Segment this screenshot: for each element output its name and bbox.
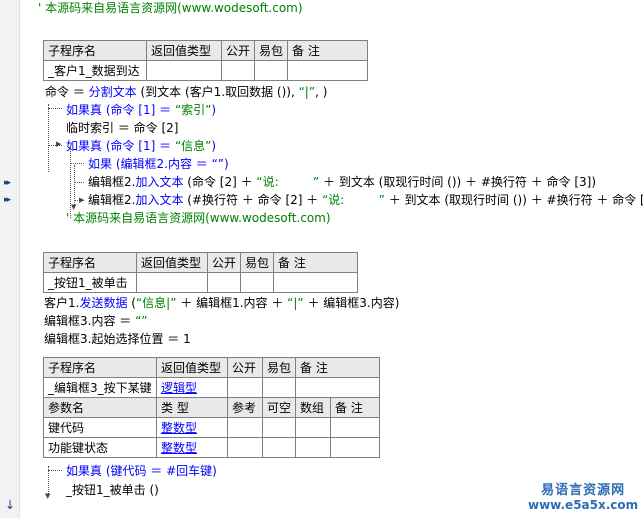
table-row: _按钮1_被单击 bbox=[43, 272, 358, 293]
table-header-cell: 公开 bbox=[206, 252, 242, 273]
param-header-row: 参数名 类 型 参考 可空 数组 备 注 bbox=[43, 397, 380, 418]
param-type-cell[interactable]: 整数型 bbox=[156, 437, 228, 458]
flow-line bbox=[48, 470, 62, 471]
table-header-row: 子程序名 返回值类型 公开 易包 备 注 bbox=[43, 252, 358, 273]
table-cell[interactable] bbox=[254, 60, 289, 81]
table-row: _客户1_数据到达 bbox=[43, 60, 368, 81]
source-comment: ' 本源码来自易语言资源网(www.wodesoft.com) bbox=[66, 211, 331, 225]
table-header-cell: 参考 bbox=[227, 397, 263, 418]
subroutine-name-cell[interactable]: _按钮1_被单击 bbox=[43, 272, 137, 293]
table-cell[interactable] bbox=[146, 60, 222, 81]
code-line[interactable]: 如果真 (命令 [1] ＝ “信息”) bbox=[66, 138, 216, 154]
code-editor[interactable]: ' 本源码来自易语言资源网(www.wodesoft.com) 子程序名 返回值… bbox=[20, 0, 643, 518]
code-line[interactable]: 如果真 (键代码 ＝ #回车键) bbox=[66, 463, 217, 479]
subroutine-name-cell[interactable]: _客户1_数据到达 bbox=[43, 60, 147, 81]
subroutine-table: 子程序名 返回值类型 公开 易包 备 注 _按钮1_被单击 bbox=[43, 252, 358, 293]
table-header-cell: 备 注 bbox=[273, 252, 358, 273]
flow-arrow-icon: ▼ bbox=[71, 203, 77, 211]
param-name-cell[interactable]: 功能键状态 bbox=[43, 437, 157, 458]
table-header-cell: 备 注 bbox=[295, 357, 380, 378]
table-cell[interactable] bbox=[261, 377, 297, 398]
table-header-row: 子程序名 返回值类型 公开 易包 备 注 bbox=[43, 357, 380, 378]
table-cell[interactable] bbox=[330, 437, 380, 458]
code-line[interactable]: 命令 ＝ 分割文本 (到文本 (客户1.取回数据 ()), “|”, ) bbox=[45, 84, 327, 100]
table-cell[interactable] bbox=[330, 417, 380, 438]
table-cell[interactable] bbox=[227, 437, 263, 458]
table-header-cell: 备 注 bbox=[287, 40, 368, 61]
table-header-cell: 子程序名 bbox=[43, 40, 147, 61]
flow-arrow-icon: ▶ bbox=[56, 140, 62, 148]
return-type-cell[interactable]: 逻辑型 bbox=[156, 377, 228, 398]
param-row: 键代码 整数型 bbox=[43, 417, 380, 438]
flow-line bbox=[48, 104, 49, 172]
table-header-cell: 参数名 bbox=[43, 397, 157, 418]
table-cell[interactable] bbox=[220, 60, 256, 81]
breakpoint-marker[interactable]: ▸▸ bbox=[4, 178, 11, 188]
watermark-url: www.e5a5x.com bbox=[528, 498, 639, 512]
watermark-title: 易语言资源网 bbox=[541, 483, 626, 498]
table-cell[interactable] bbox=[206, 272, 242, 293]
code-line[interactable]: 编辑框2.加入文本 (命令 [2] ＋ “说: ” ＋ 到文本 (取现行时间 (… bbox=[88, 174, 596, 190]
table-cell[interactable] bbox=[240, 272, 275, 293]
table-header-cell: 易包 bbox=[240, 252, 275, 273]
table-header-cell: 类 型 bbox=[156, 397, 228, 418]
table-header-cell: 返回值类型 bbox=[146, 40, 222, 61]
table-header-cell: 子程序名 bbox=[43, 357, 157, 378]
breakpoint-marker[interactable]: ▸▸ bbox=[4, 195, 11, 205]
table-header-cell: 数组 bbox=[295, 397, 332, 418]
code-line[interactable]: 编辑框3.起始选择位置 ＝ 1 bbox=[44, 331, 191, 347]
table-header-cell: 可空 bbox=[261, 397, 297, 418]
table-header-cell: 返回值类型 bbox=[156, 357, 228, 378]
table-header-cell: 易包 bbox=[261, 357, 297, 378]
code-line[interactable]: 如果 (编辑框2.内容 ＝ “”) bbox=[88, 156, 229, 172]
table-header-cell: 子程序名 bbox=[43, 252, 137, 273]
table-cell[interactable] bbox=[295, 437, 332, 458]
subroutine-table: 子程序名 返回值类型 公开 易包 备 注 _客户1_数据到达 bbox=[43, 40, 368, 81]
param-type-cell[interactable]: 整数型 bbox=[156, 417, 228, 438]
table-header-cell: 返回值类型 bbox=[136, 252, 208, 273]
table-header-cell: 公开 bbox=[220, 40, 256, 61]
table-header-cell: 易包 bbox=[254, 40, 289, 61]
table-header-cell: 公开 bbox=[227, 357, 263, 378]
subroutine-name-cell[interactable]: _编辑框3_按下某键 bbox=[43, 377, 157, 398]
code-line[interactable]: 编辑框3.内容 ＝ “” bbox=[44, 313, 148, 329]
code-line[interactable]: _按钮1_被单击 () bbox=[66, 482, 159, 498]
table-cell[interactable] bbox=[287, 60, 368, 81]
param-name-cell[interactable]: 键代码 bbox=[43, 417, 157, 438]
table-cell[interactable] bbox=[227, 377, 263, 398]
code-line[interactable]: 编辑框2.加入文本 (#换行符 ＋ 命令 [2] ＋ “说: ” ＋ 到文本 (… bbox=[88, 192, 643, 208]
code-line[interactable]: 如果真 (命令 [1] ＝ “索引”) bbox=[66, 102, 216, 118]
table-cell[interactable] bbox=[261, 417, 297, 438]
source-comment: ' 本源码来自易语言资源网(www.wodesoft.com) bbox=[38, 1, 303, 15]
table-row: _编辑框3_按下某键 逻辑型 bbox=[43, 377, 380, 398]
table-header-cell: 备 注 bbox=[330, 397, 380, 418]
table-cell[interactable] bbox=[295, 377, 380, 398]
flow-line bbox=[70, 163, 84, 164]
table-header-row: 子程序名 返回值类型 公开 易包 备 注 bbox=[43, 40, 368, 61]
table-cell[interactable] bbox=[273, 272, 358, 293]
table-cell[interactable] bbox=[136, 272, 208, 293]
flow-line bbox=[74, 165, 75, 205]
code-line[interactable]: 临时索引 ＝ 命令 [2] bbox=[66, 120, 178, 136]
site-watermark: 易语言资源网 www.e5a5x.com bbox=[528, 483, 639, 513]
subroutine-table: 子程序名 返回值类型 公开 易包 备 注 _编辑框3_按下某键 逻辑型 参数名 … bbox=[43, 357, 380, 458]
flow-line bbox=[48, 108, 62, 109]
table-cell[interactable] bbox=[227, 417, 263, 438]
flow-arrow-icon: ▶ bbox=[79, 196, 85, 204]
editor-gutter: ▸▸ ▸▸ ↓ bbox=[0, 0, 20, 518]
scroll-down-arrow-icon[interactable]: ↓ bbox=[5, 498, 15, 512]
param-row: 功能键状态 整数型 bbox=[43, 437, 380, 458]
table-cell[interactable] bbox=[261, 437, 297, 458]
flow-arrow-icon: ▼ bbox=[45, 492, 51, 500]
table-cell[interactable] bbox=[295, 417, 332, 438]
flow-line bbox=[74, 182, 84, 183]
code-line[interactable]: 客户1.发送数据 (“信息|” ＋ 编辑框1.内容 ＋ “|” ＋ 编辑框3.内… bbox=[44, 295, 399, 311]
